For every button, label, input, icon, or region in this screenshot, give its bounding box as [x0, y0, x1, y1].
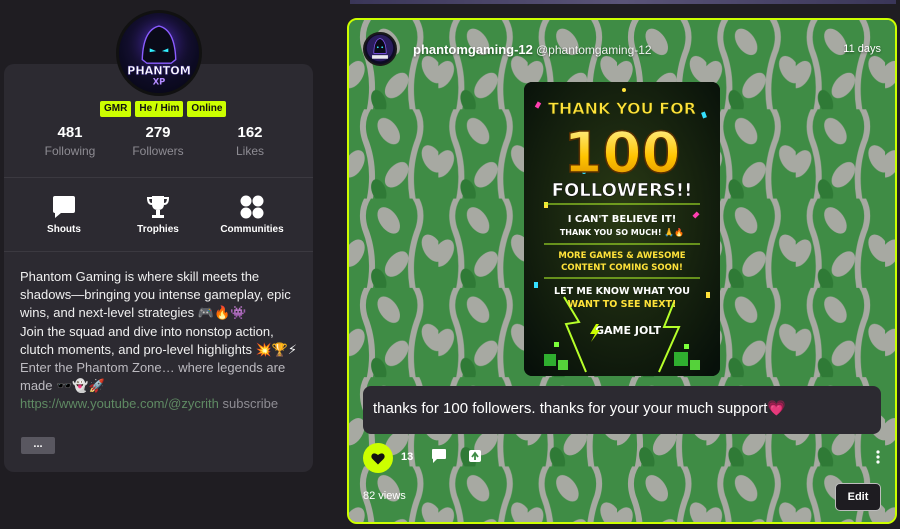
- stat-followers[interactable]: 279 Followers: [108, 124, 208, 158]
- post-menu-button[interactable]: [873, 448, 883, 466]
- previous-post-edge: [350, 0, 896, 4]
- profile-avatar[interactable]: PHANTOM XP: [116, 10, 202, 96]
- profile-stats: 481 Following 279 Followers 162 Likes: [4, 124, 313, 164]
- bio-more-button[interactable]: ...: [21, 437, 55, 454]
- stat-following[interactable]: 481 Following: [20, 124, 120, 158]
- stat-likes[interactable]: 162 Likes: [200, 124, 300, 158]
- repost-button[interactable]: [467, 448, 483, 464]
- post-card: phantomgaming-12 @phantomgaming-12 11 da…: [347, 18, 897, 524]
- post-caption: thanks for 100 followers. thanks for you…: [363, 386, 881, 434]
- bio-link-suffix: subscribe: [218, 396, 279, 412]
- nav-communities-label: Communities: [220, 224, 284, 235]
- bio-line: Join the squad and dive into nonstop act…: [20, 323, 298, 357]
- svg-text:XP: XP: [153, 77, 166, 87]
- post-handle[interactable]: @phantomgaming-12: [536, 43, 652, 57]
- bio-youtube-link[interactable]: https://www.youtube.com/@zycrith: [20, 396, 219, 411]
- svg-text:PHANTOM: PHANTOM: [127, 64, 191, 77]
- poster-followers: FOLLOWERS!!: [552, 180, 693, 201]
- edit-button[interactable]: Edit: [835, 483, 881, 511]
- poster-line: MORE GAMES & AWESOME: [558, 251, 685, 261]
- phantom-logo-icon: [366, 34, 394, 62]
- poster-line: THANK YOU SO MUCH! 🙏🔥: [560, 227, 684, 237]
- stat-likes-label: Likes: [235, 144, 264, 158]
- like-button[interactable]: [363, 443, 393, 473]
- badge-online: Online: [187, 101, 227, 117]
- poster-title: THANK YOU FOR: [548, 99, 696, 118]
- nav-shouts[interactable]: Shouts: [24, 194, 104, 235]
- profile-badges: GMR He / Him Online: [100, 101, 227, 117]
- heart-icon: [371, 452, 385, 464]
- badge-gmr: GMR: [100, 101, 132, 117]
- stat-followers-value: 279: [145, 124, 171, 141]
- stat-likes-value: 162: [237, 124, 263, 141]
- nav-trophies-label: Trophies: [137, 224, 179, 235]
- poster-brand: GAME JOLT: [595, 324, 661, 337]
- bio-line: Phantom Gaming is where skill meets the …: [20, 269, 291, 321]
- divider: [4, 177, 313, 178]
- badge-pronouns: He / Him: [135, 101, 184, 117]
- like-count[interactable]: 13: [401, 451, 413, 463]
- stat-following-label: Following: [44, 144, 96, 158]
- post-image[interactable]: THANK YOU FOR 100 FOLLOWERS!! I CAN'T BE…: [524, 82, 720, 376]
- post-views: 82 views: [363, 490, 406, 502]
- thank-you-poster: THANK YOU FOR 100 FOLLOWERS!! I CAN'T BE…: [524, 82, 720, 376]
- poster-line: I CAN'T BELIEVE IT!: [568, 214, 677, 225]
- poster-number: 100: [564, 121, 681, 186]
- repost-icon: [469, 450, 481, 462]
- post-author-avatar[interactable]: [363, 32, 397, 66]
- post-timestamp[interactable]: 11 days: [843, 43, 881, 55]
- nav-communities[interactable]: Communities: [212, 194, 292, 235]
- poster-line: LET ME KNOW WHAT YOU: [554, 286, 690, 297]
- communities-icon: [212, 194, 292, 220]
- poster-line: WANT TO SEE NEXT!: [568, 299, 677, 310]
- divider: [4, 251, 313, 252]
- comment-button[interactable]: [431, 448, 447, 464]
- nav-shouts-label: Shouts: [47, 224, 81, 235]
- bio-line: Enter the Phantom Zone… where legends ar…: [20, 360, 286, 394]
- profile-bio: Phantom Gaming is where skill meets the …: [20, 268, 304, 414]
- trophy-icon: [118, 194, 198, 220]
- stat-following-value: 481: [57, 124, 83, 141]
- speech-bubble-icon: [24, 194, 104, 220]
- post-username[interactable]: phantomgaming-12: [413, 42, 533, 57]
- more-vertical-icon: [876, 450, 880, 464]
- stat-followers-label: Followers: [132, 144, 184, 158]
- poster-line: CONTENT COMING SOON!: [561, 263, 683, 273]
- nav-trophies[interactable]: Trophies: [118, 194, 198, 235]
- comment-icon: [432, 449, 446, 463]
- phantom-logo-icon: PHANTOM XP: [123, 14, 195, 87]
